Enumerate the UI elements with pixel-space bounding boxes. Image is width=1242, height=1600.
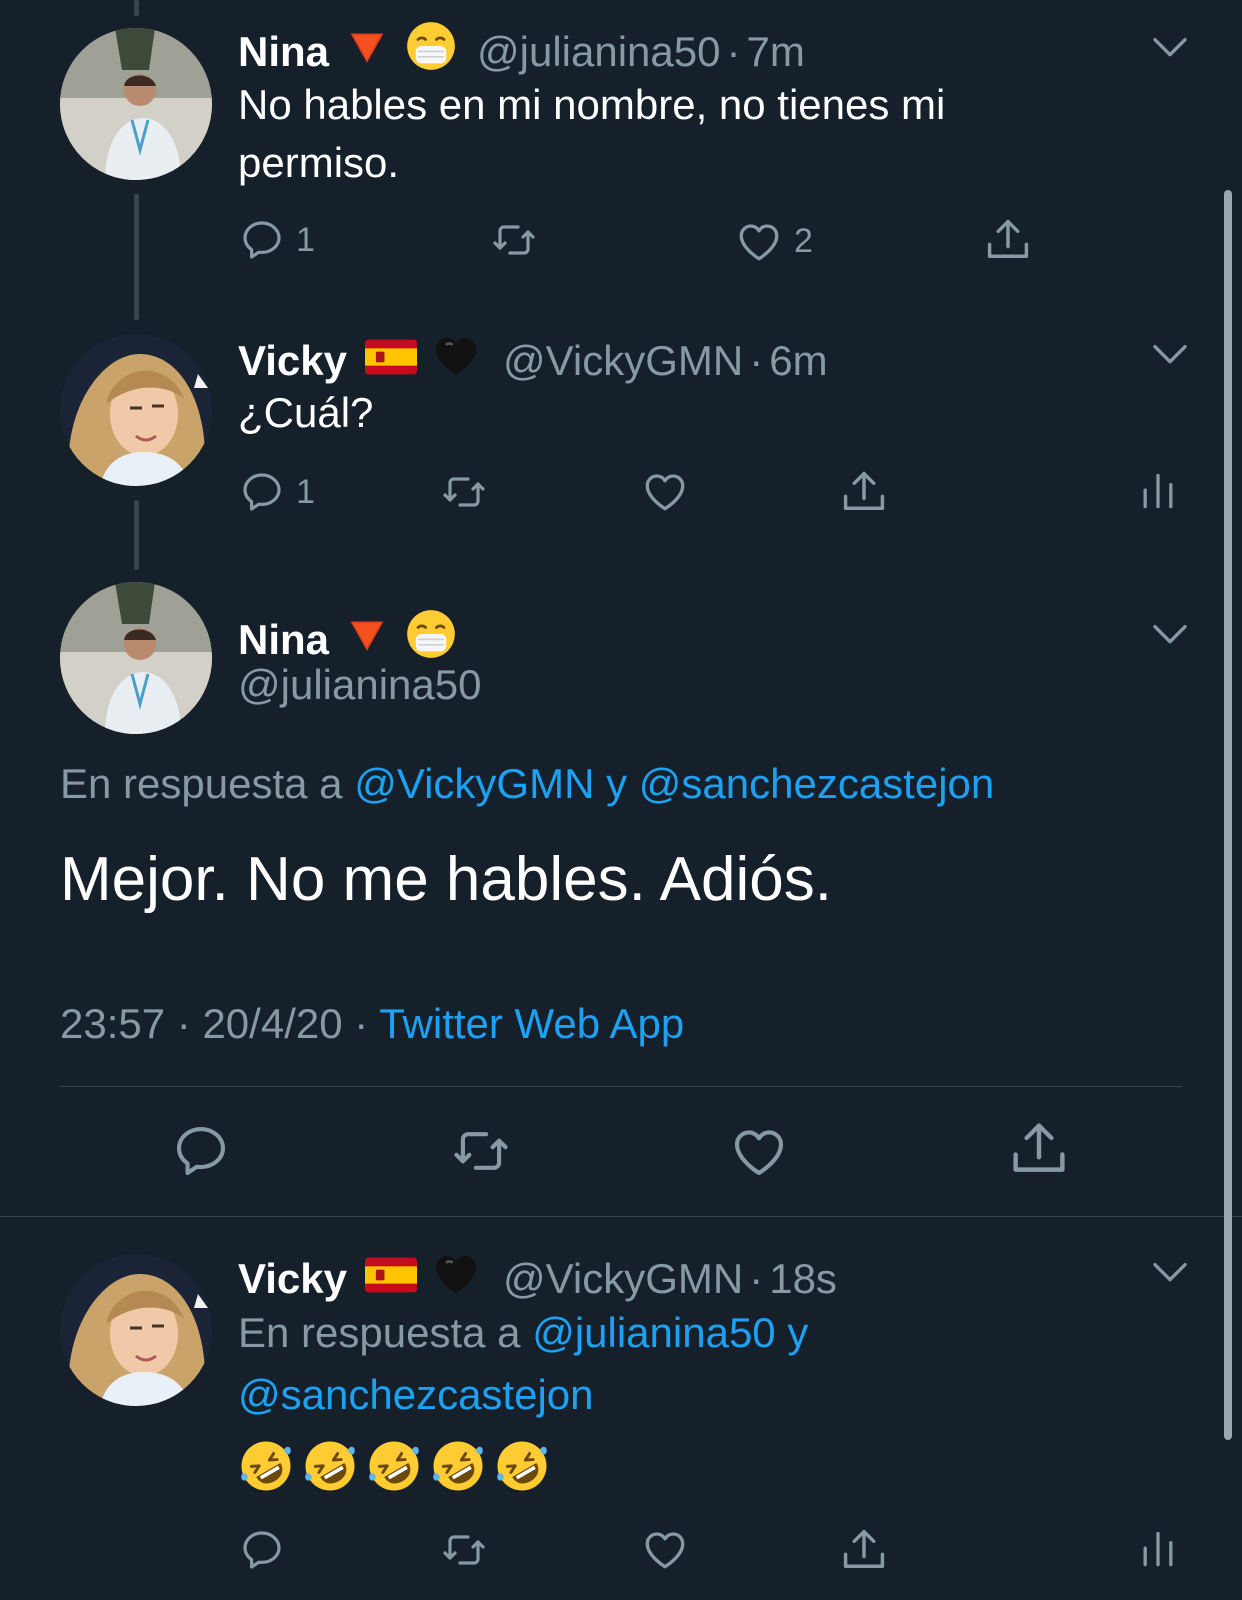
reply-button[interactable]: 1 xyxy=(238,468,315,516)
chevron-down-icon[interactable] xyxy=(1150,1258,1190,1288)
reply-context: En respuesta a @julianina50 y @sanchezca… xyxy=(238,1302,1138,1426)
reply-context: En respuesta a @VickyGMN y @sanchezcaste… xyxy=(60,758,994,810)
analytics-icon xyxy=(1136,466,1180,518)
red-triangle-icon xyxy=(347,614,387,665)
heart-icon xyxy=(728,1120,790,1182)
thread-line xyxy=(134,0,139,16)
separator-dot: · xyxy=(749,1254,764,1302)
share-icon xyxy=(982,214,1034,266)
reply-button[interactable] xyxy=(170,1120,232,1182)
reply-icon xyxy=(238,468,286,516)
avatar[interactable] xyxy=(60,1254,212,1406)
rofl-emoji-icon xyxy=(366,1438,422,1494)
tweet-header: Nina @julianina50 · 7m xyxy=(238,20,805,83)
analytics-button[interactable] xyxy=(1136,466,1180,518)
reply-count: 1 xyxy=(296,220,315,259)
user-handle[interactable]: @VickyGMN xyxy=(503,1254,743,1304)
red-triangle-icon xyxy=(347,26,387,77)
retweet-button[interactable] xyxy=(486,216,542,264)
user-handle[interactable]: @julianina50 xyxy=(477,27,720,77)
retweet-button[interactable] xyxy=(446,1120,516,1182)
retweet-icon xyxy=(436,468,492,516)
retweet-icon xyxy=(486,216,542,264)
separator-dot: · xyxy=(749,336,764,384)
timestamp[interactable]: 18s xyxy=(769,1254,837,1304)
mention-link[interactable]: @sanchezcastejon xyxy=(639,760,995,807)
mask-face-emoji-icon xyxy=(405,20,457,83)
analytics-button[interactable] xyxy=(1136,1524,1180,1576)
display-name[interactable]: Vicky xyxy=(238,336,347,386)
like-button[interactable] xyxy=(640,466,690,516)
reply-button[interactable]: 1 xyxy=(238,216,315,264)
like-button[interactable] xyxy=(640,1524,690,1574)
retweet-icon xyxy=(446,1120,516,1182)
spain-flag-icon xyxy=(365,1254,417,1304)
share-button[interactable] xyxy=(838,466,890,518)
reply-icon xyxy=(238,216,286,264)
heart-icon xyxy=(734,216,784,266)
tweet-text: No hables en mi nombre, no tienes mi per… xyxy=(238,81,946,186)
mention-link[interactable]: @julianina50 xyxy=(532,1309,775,1356)
like-count: 2 xyxy=(794,221,813,260)
reply-icon xyxy=(170,1120,232,1182)
separator-dot: · xyxy=(354,1000,369,1047)
reply-prefix: En respuesta a xyxy=(238,1309,521,1356)
rofl-emoji-icon xyxy=(238,1438,294,1494)
reply-and: y xyxy=(787,1309,809,1356)
avatar[interactable] xyxy=(60,28,212,180)
rofl-emoji-icon xyxy=(430,1438,486,1494)
reply-button[interactable] xyxy=(238,1526,286,1574)
retweet-button[interactable] xyxy=(436,1526,492,1574)
display-name[interactable]: Nina xyxy=(238,615,329,665)
spain-flag-icon xyxy=(365,336,417,386)
chevron-down-icon[interactable] xyxy=(1150,620,1190,650)
like-button[interactable] xyxy=(728,1120,790,1182)
divider xyxy=(60,1086,1182,1087)
share-button[interactable] xyxy=(982,214,1034,266)
timestamp[interactable]: 7m xyxy=(746,27,804,77)
focused-tweet-text: Mejor. No me hables. Adiós. xyxy=(60,845,832,914)
mention-link[interactable]: @VickyGMN xyxy=(354,760,594,807)
avatar[interactable] xyxy=(60,334,212,486)
share-button[interactable] xyxy=(1006,1116,1072,1182)
heart-icon xyxy=(640,466,690,516)
user-handle[interactable]: @julianina50 xyxy=(238,660,481,710)
like-button[interactable]: 2 xyxy=(734,216,813,266)
tweet-text: ¿Cuál? xyxy=(238,389,374,436)
thread-line xyxy=(134,194,139,320)
tweet-metadata: 23:57 · 20/4/20 · Twitter Web App xyxy=(60,998,684,1050)
rofl-emoji-icon xyxy=(494,1438,550,1494)
reply-prefix: En respuesta a xyxy=(60,760,343,807)
retweet-icon xyxy=(436,1526,492,1574)
heart-icon xyxy=(640,1524,690,1574)
share-icon xyxy=(838,466,890,518)
timestamp[interactable]: 6m xyxy=(769,336,827,386)
separator-dot: · xyxy=(726,27,741,75)
reply-count: 1 xyxy=(296,472,315,511)
mention-link[interactable]: @sanchezcastejon xyxy=(238,1371,594,1418)
reply-and: y xyxy=(606,760,628,807)
black-heart-icon xyxy=(429,328,483,393)
avatar[interactable] xyxy=(60,582,212,734)
tweet-time[interactable]: 23:57 xyxy=(60,1000,165,1047)
tweet-source[interactable]: Twitter Web App xyxy=(379,1000,684,1047)
analytics-icon xyxy=(1136,1524,1180,1576)
tweet-date[interactable]: 20/4/20 xyxy=(202,1000,342,1047)
thread-line xyxy=(134,500,139,570)
divider xyxy=(0,1216,1242,1217)
emoji-row xyxy=(238,1438,550,1494)
chevron-down-icon[interactable] xyxy=(1150,33,1190,63)
separator-dot: · xyxy=(176,1000,191,1047)
scrollbar[interactable] xyxy=(1224,190,1232,1440)
display-name[interactable]: Nina xyxy=(238,27,329,77)
display-name[interactable]: Vicky xyxy=(238,1254,347,1304)
share-button[interactable] xyxy=(838,1524,890,1576)
share-icon xyxy=(838,1524,890,1576)
retweet-button[interactable] xyxy=(436,468,492,516)
share-icon xyxy=(1006,1116,1072,1182)
reply-icon xyxy=(238,1526,286,1574)
user-handle[interactable]: @VickyGMN xyxy=(503,336,743,386)
chevron-down-icon[interactable] xyxy=(1150,340,1190,370)
rofl-emoji-icon xyxy=(302,1438,358,1494)
